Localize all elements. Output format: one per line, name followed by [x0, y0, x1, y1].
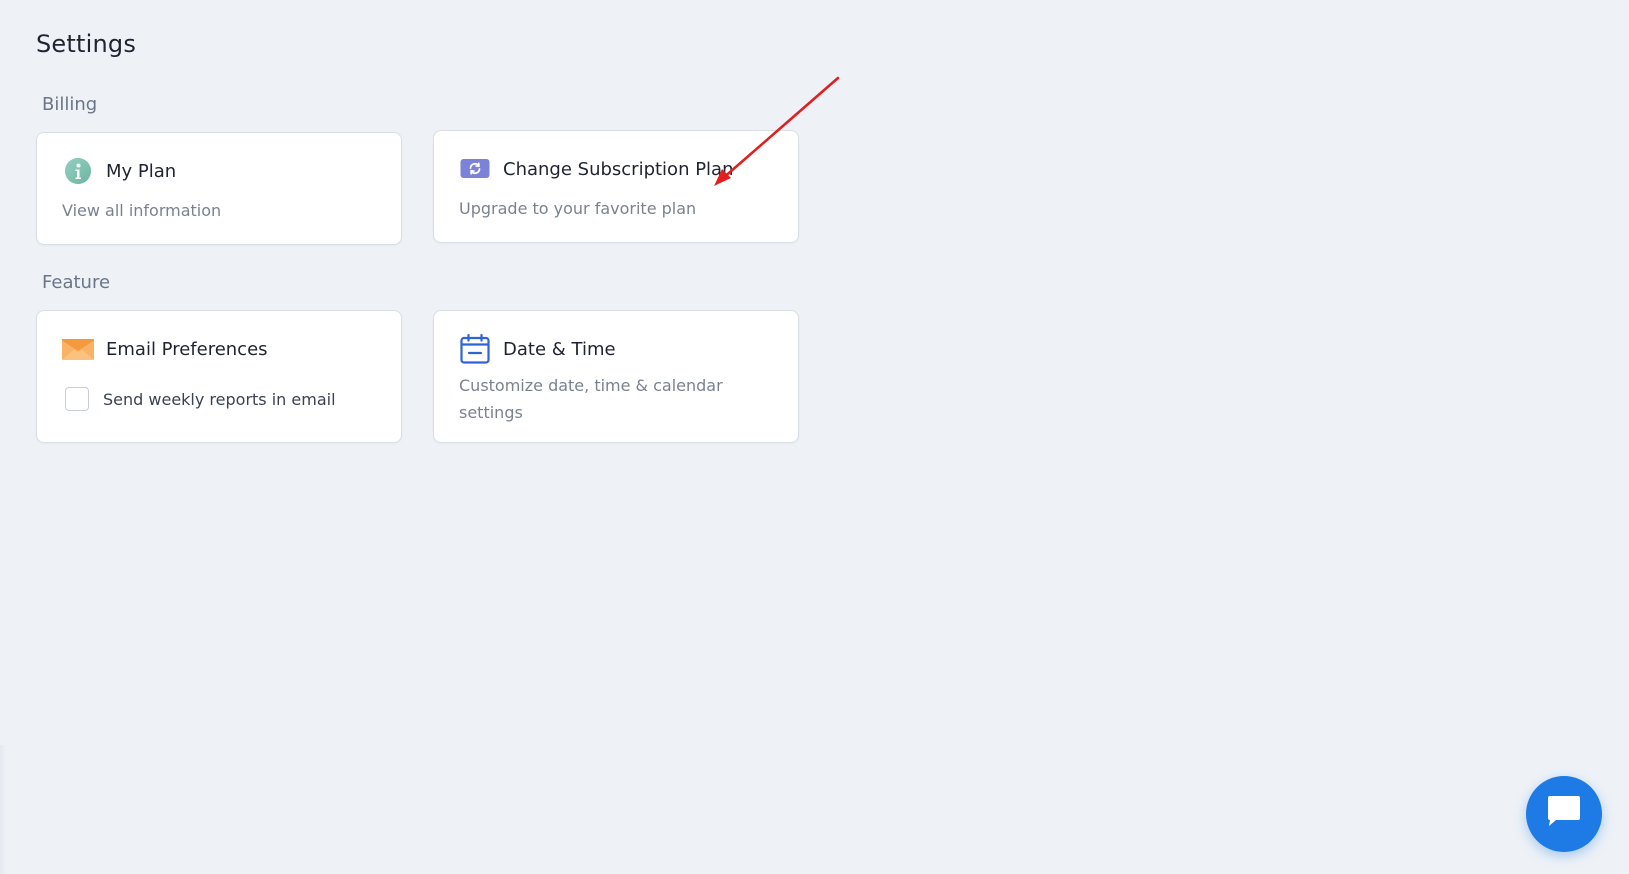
date-time-card-header: Date & Time [459, 333, 616, 365]
date-time-card[interactable]: Date & Time Customize date, time & calen… [433, 310, 799, 443]
my-plan-card-header: My Plan [62, 155, 176, 187]
refresh-card-icon [459, 153, 491, 185]
chat-launcher-button[interactable] [1526, 776, 1602, 852]
my-plan-title: My Plan [106, 160, 177, 182]
settings-page: Settings Billing My Plan View all inform… [0, 0, 1629, 874]
email-preferences-title: Email Preferences [106, 338, 268, 360]
date-time-description: Customize date, time & calendar settings [459, 376, 723, 422]
my-plan-description: View all information [62, 201, 222, 220]
section-title-feature: Feature [42, 272, 111, 293]
date-time-title: Date & Time [503, 338, 616, 360]
email-preferences-card: Email Preferences Send weekly reports in… [36, 310, 402, 443]
change-subscription-card-header: Change Subscription Plan [459, 153, 734, 185]
weekly-reports-option[interactable]: Send weekly reports in email [65, 387, 336, 411]
section-title-billing: Billing [42, 94, 98, 115]
chat-bubble-icon [1544, 794, 1584, 834]
change-subscription-description: Upgrade to your favorite plan [459, 199, 697, 218]
weekly-reports-checkbox[interactable] [65, 387, 89, 411]
change-subscription-card[interactable]: Change Subscription Plan Upgrade to your… [433, 130, 799, 243]
my-plan-card[interactable]: My Plan View all information [36, 132, 402, 245]
left-edge-shadow [0, 745, 6, 874]
page-title: Settings [36, 30, 137, 58]
info-icon [62, 155, 94, 187]
email-preferences-card-header: Email Preferences [62, 333, 268, 365]
change-subscription-title: Change Subscription Plan [503, 158, 734, 180]
weekly-reports-label[interactable]: Send weekly reports in email [103, 390, 336, 409]
calendar-icon [459, 333, 491, 365]
envelope-icon [62, 333, 94, 365]
